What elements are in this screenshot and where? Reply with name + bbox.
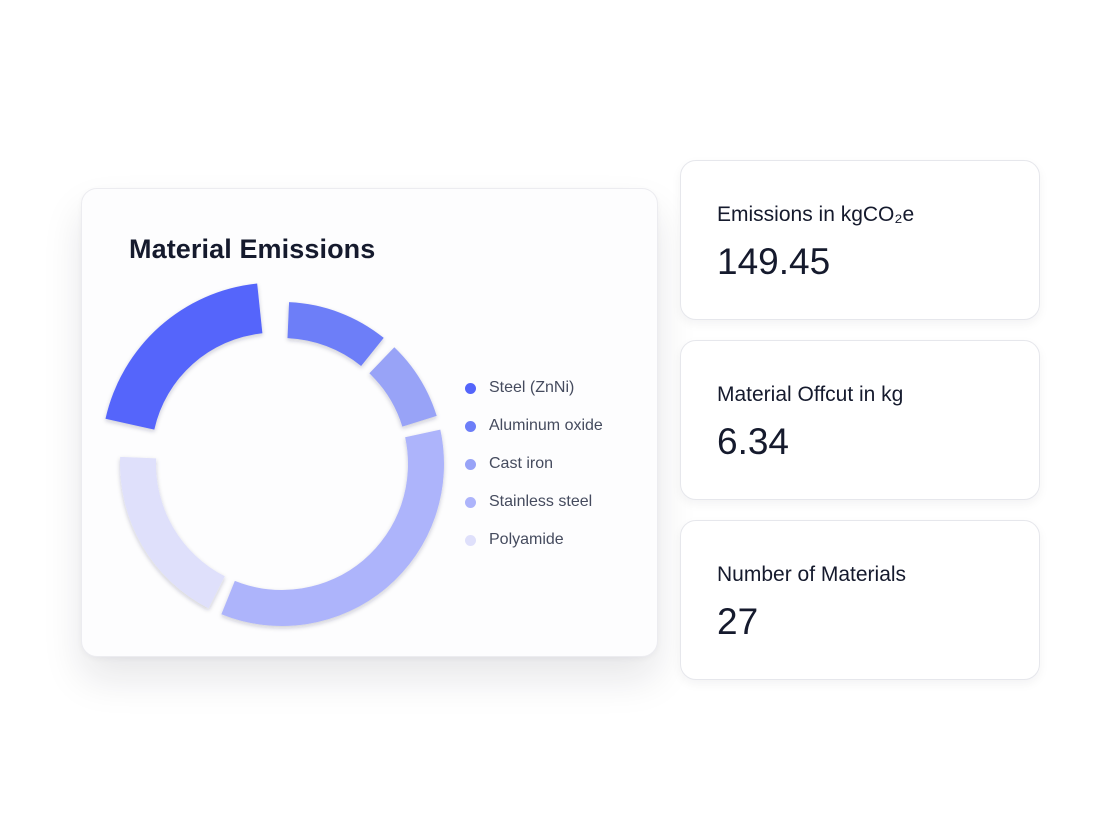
materials-count-value: 27: [717, 601, 759, 642]
materials-count-label: Number of Materials: [717, 563, 907, 586]
legend-swatch: [465, 382, 476, 394]
legend-swatch: [465, 496, 476, 508]
donut-slice-steel-znni[interactable]: [105, 283, 263, 430]
legend-item[interactable]: Aluminum oxide: [465, 407, 603, 445]
legend-label: Cast iron: [489, 455, 554, 472]
material-emissions-card: Material Emissions Steel (ZnNi) Aluminum …: [81, 188, 658, 657]
legend-item[interactable]: Stainless steel: [465, 483, 603, 521]
legend-item[interactable]: Cast iron: [465, 445, 603, 483]
chart-title: Material Emissions: [129, 234, 376, 264]
donut-slice-aluminum-oxide[interactable]: [287, 302, 384, 366]
donut-slice-polyamide[interactable]: [120, 456, 225, 609]
offcut-label: Material Offcut in kg: [717, 383, 904, 406]
offcut-stat-card: Material Offcut in kg 6.34: [680, 340, 1040, 500]
legend-item[interactable]: Steel (ZnNi): [465, 369, 603, 407]
legend-label: Stainless steel: [489, 493, 593, 510]
emissions-stat-card: Emissions in kgCO₂e 149.45: [680, 160, 1040, 320]
materials-count-card: Number of Materials 27: [680, 520, 1040, 680]
chart-legend: Steel (ZnNi) Aluminum oxide Cast iron Stain…: [465, 369, 603, 559]
legend-swatch: [465, 534, 476, 546]
legend-swatch: [465, 420, 476, 432]
donut-slice-stainless-steel[interactable]: [221, 429, 445, 626]
legend-label: Aluminum oxide: [489, 417, 603, 434]
emissions-value: 149.45: [717, 241, 831, 282]
donut-slice-cast-iron[interactable]: [369, 347, 437, 427]
legend-item[interactable]: Polyamide: [465, 521, 603, 559]
offcut-value: 6.34: [717, 421, 790, 462]
legend-label: Polyamide: [489, 531, 564, 548]
donut-chart: [105, 283, 445, 626]
legend-label: Steel (ZnNi): [489, 379, 575, 396]
emissions-label: Emissions in kgCO₂e: [717, 203, 915, 226]
legend-swatch: [465, 458, 476, 470]
